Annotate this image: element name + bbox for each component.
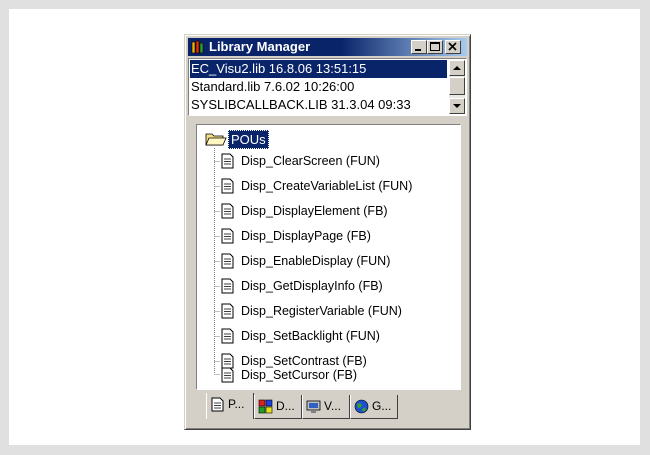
tree-item-label: Disp_EnableDisplay (FUN) bbox=[241, 254, 391, 268]
up-arrow-icon bbox=[453, 66, 461, 70]
tree-item-label: Disp_ClearScreen (FUN) bbox=[241, 154, 380, 168]
tab-pous[interactable]: P... bbox=[206, 393, 254, 419]
library-manager-window: Library Manager EC_Visu2.lib 16.8.06 13:… bbox=[184, 34, 471, 430]
tab-globals[interactable]: G... bbox=[350, 395, 398, 419]
pou-tree[interactable]: POUs Disp_ClearScreen (FUN) Disp_CreateV… bbox=[196, 124, 461, 390]
document-icon bbox=[221, 278, 234, 294]
object-tab-bar: P... D... V... G... bbox=[196, 393, 461, 421]
tree-item-label: Disp_DisplayPage (FB) bbox=[241, 229, 371, 243]
tree-item-label: Disp_GetDisplayInfo (FB) bbox=[241, 279, 383, 293]
tab-data-types[interactable]: D... bbox=[254, 395, 302, 419]
document-icon bbox=[211, 397, 224, 412]
tab-label: P... bbox=[228, 397, 245, 411]
maximize-icon bbox=[430, 42, 440, 51]
tab-visualizations[interactable]: V... bbox=[302, 395, 350, 419]
tab-label: G... bbox=[372, 399, 392, 413]
library-item[interactable]: EC_Visu2.lib 16.8.06 13:51:15 bbox=[190, 60, 447, 78]
down-arrow-icon bbox=[453, 104, 461, 108]
document-icon bbox=[221, 253, 234, 269]
globe-icon bbox=[354, 399, 369, 414]
scroll-down-button[interactable] bbox=[449, 98, 465, 114]
scroll-thumb[interactable] bbox=[449, 77, 465, 95]
window-title: Library Manager bbox=[209, 39, 311, 54]
document-icon bbox=[221, 328, 234, 344]
close-icon bbox=[448, 42, 457, 51]
library-list[interactable]: EC_Visu2.lib 16.8.06 13:51:15 Standard.l… bbox=[188, 58, 467, 116]
tab-label: D... bbox=[276, 399, 295, 413]
data-types-icon bbox=[258, 399, 273, 414]
document-icon bbox=[221, 178, 234, 194]
maximize-button[interactable] bbox=[427, 40, 443, 54]
tree-item-label: Disp_SetBacklight (FUN) bbox=[241, 329, 380, 343]
library-item[interactable]: SYSLIBCALLBACK.LIB 31.3.04 09:33 bbox=[190, 96, 447, 114]
document-icon bbox=[221, 228, 234, 244]
minimize-icon bbox=[415, 49, 421, 51]
document-icon bbox=[221, 153, 234, 169]
document-icon bbox=[221, 367, 234, 383]
visualization-icon bbox=[306, 400, 321, 413]
document-icon bbox=[221, 303, 234, 319]
tree-item-label: Disp_DisplayElement (FB) bbox=[241, 204, 388, 218]
document-icon bbox=[221, 203, 234, 219]
tree-item-label: Disp_SetCursor (FB) bbox=[241, 368, 357, 382]
open-folder-icon bbox=[205, 133, 227, 146]
minimize-button[interactable] bbox=[411, 40, 427, 54]
library-list-scrollbar[interactable] bbox=[449, 60, 465, 114]
library-item[interactable]: Standard.lib 7.6.02 10:26:00 bbox=[190, 78, 447, 96]
tab-label: V... bbox=[324, 399, 341, 413]
title-bar[interactable]: Library Manager bbox=[188, 38, 467, 56]
tree-root-label: POUs bbox=[228, 130, 269, 149]
tree-item-label: Disp_RegisterVariable (FUN) bbox=[241, 304, 402, 318]
tree-item-label: Disp_CreateVariableList (FUN) bbox=[241, 179, 413, 193]
close-button[interactable] bbox=[445, 40, 461, 54]
library-books-icon bbox=[191, 40, 204, 54]
scroll-up-button[interactable] bbox=[449, 60, 465, 76]
